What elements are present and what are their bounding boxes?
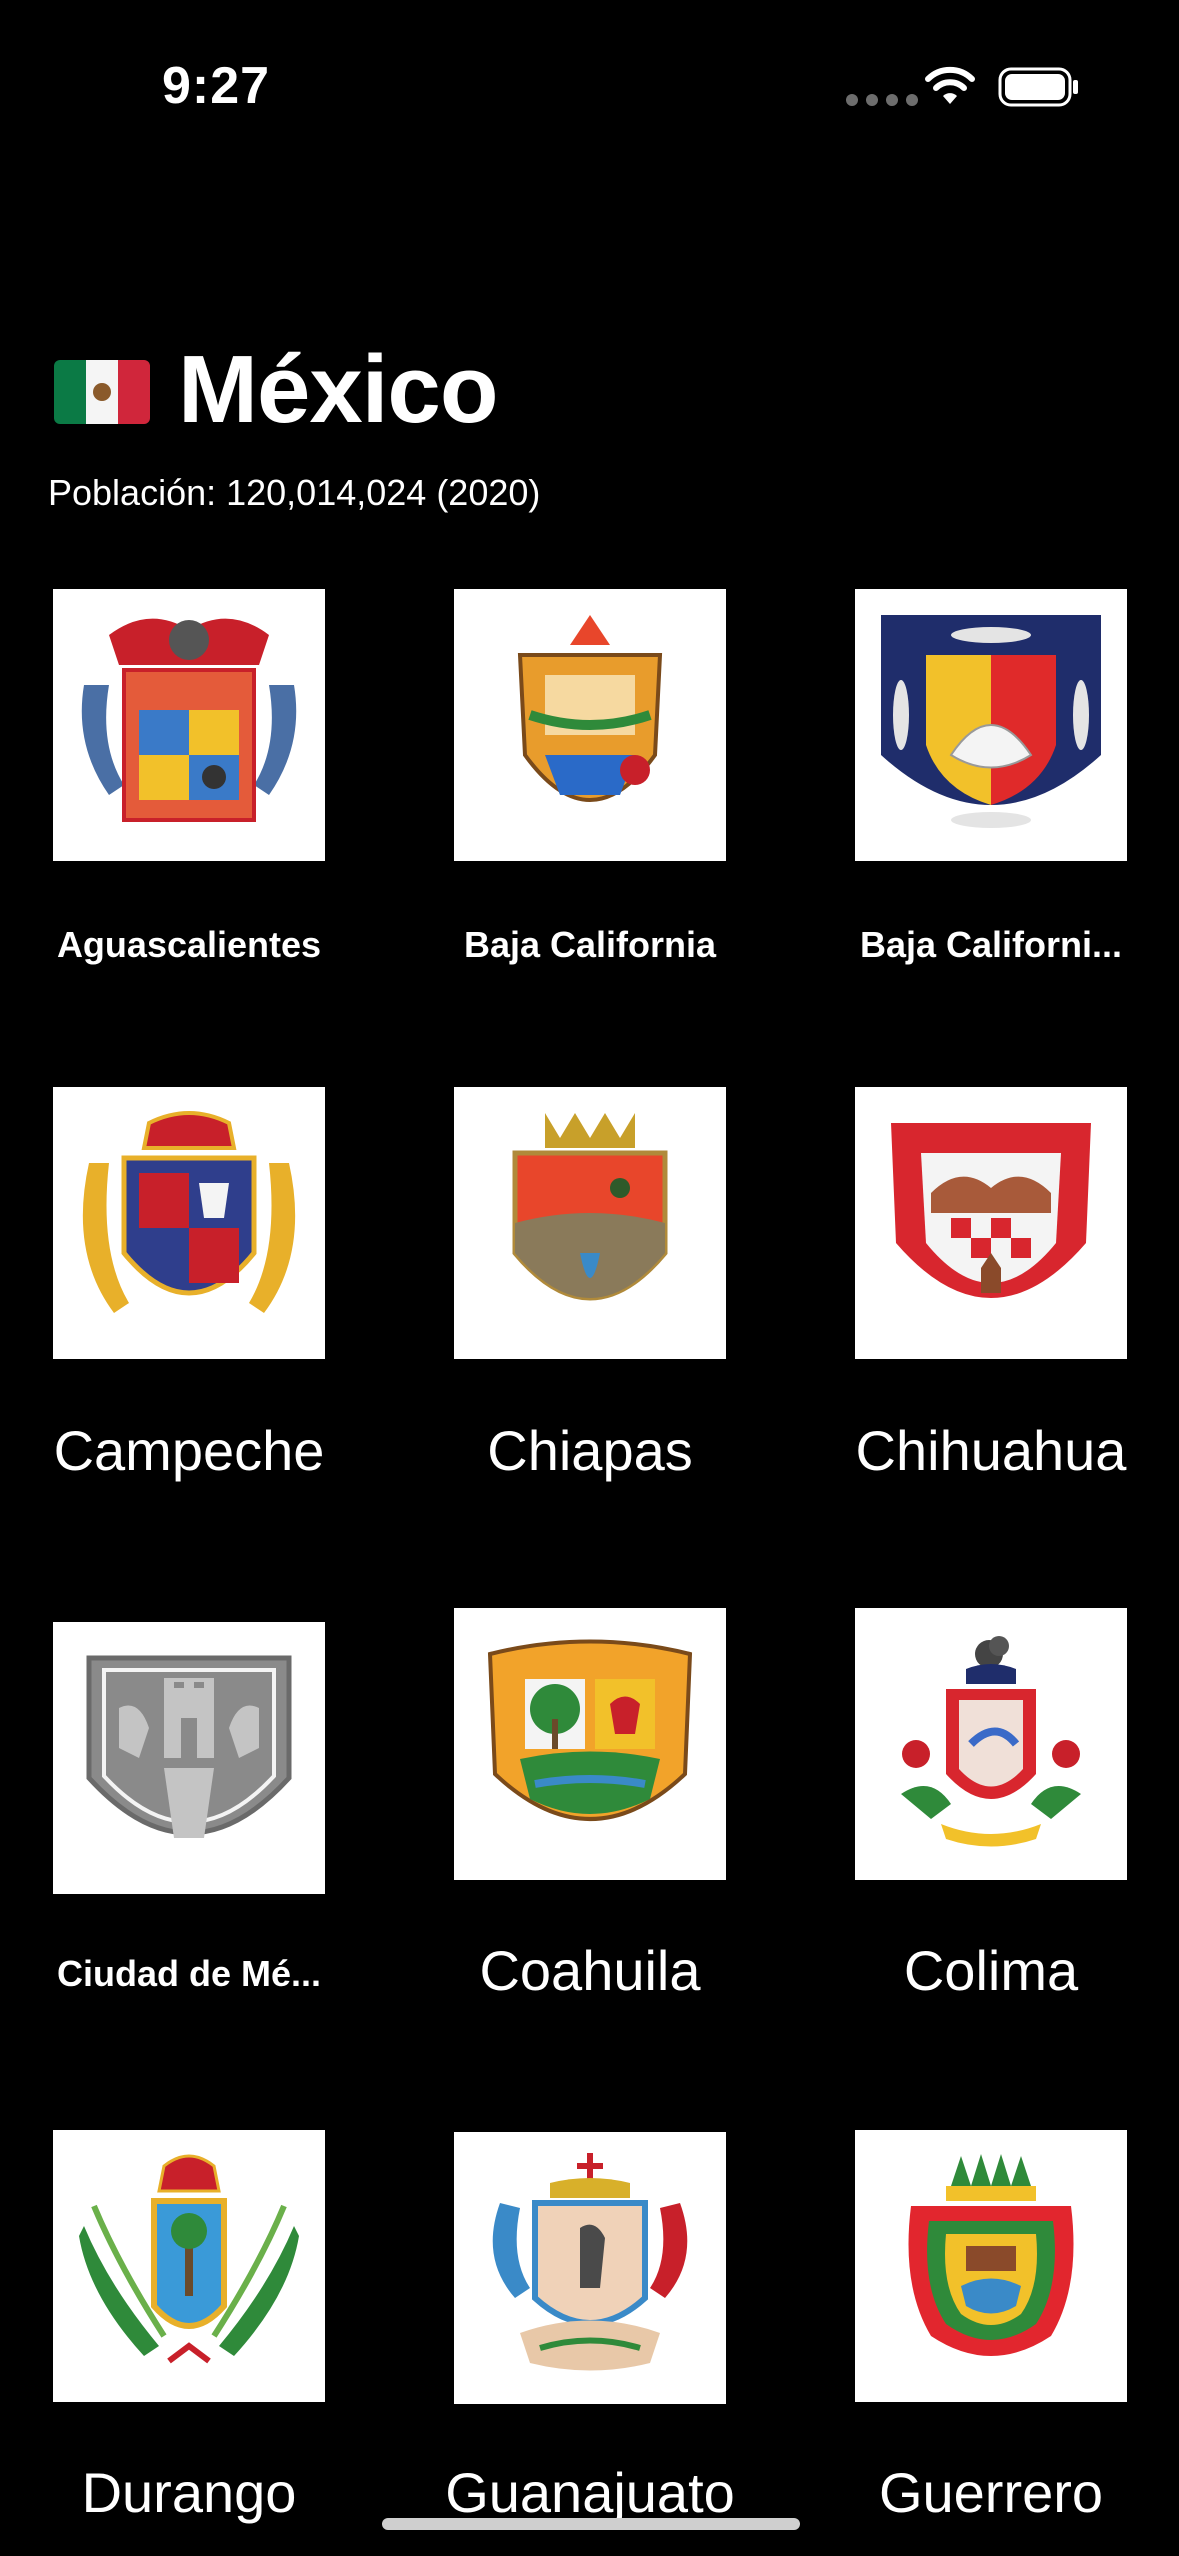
home-indicator[interactable] — [382, 2518, 800, 2530]
ciudad-de-mexico-coat-of-arms-icon — [86, 1655, 292, 1838]
state-label: Chihuahua — [855, 1419, 1127, 1482]
state-tile-durango[interactable] — [53, 2130, 325, 2402]
state-label: Guerrero — [878, 2461, 1104, 2524]
mexico-flag-icon — [54, 360, 150, 424]
header: México — [54, 335, 498, 445]
state-label: Ciudad de Mé... — [56, 1953, 322, 1994]
wifi-icon — [925, 66, 975, 104]
aguascalientes-coat-of-arms-icon — [81, 618, 297, 822]
colima-coat-of-arms-icon — [901, 1636, 1081, 1847]
state-label: Chiapas — [487, 1419, 693, 1482]
state-label: Colima — [903, 1939, 1079, 2002]
chiapas-coat-of-arms-icon — [512, 1113, 668, 1301]
state-tile-chihuahua[interactable] — [855, 1087, 1127, 1359]
state-tile-campeche[interactable] — [53, 1087, 325, 1359]
baja-california-coat-of-arms-icon — [517, 615, 663, 802]
durango-coat-of-arms-icon — [79, 2154, 299, 2364]
state-label: Campeche — [53, 1419, 325, 1482]
state-label: Baja California — [463, 924, 717, 965]
state-label: Coahuila — [479, 1939, 701, 2002]
status-bar: 9:27 — [0, 0, 1179, 150]
state-label: Guanajuato — [445, 2461, 735, 2524]
baja-california-sur-coat-of-arms-icon — [881, 615, 1101, 828]
page-title: México — [178, 336, 498, 443]
state-tile-guanajuato[interactable] — [454, 2132, 726, 2404]
guerrero-coat-of-arms-icon — [908, 2154, 1074, 2356]
state-tile-ciudad-de-mexico[interactable] — [53, 1622, 325, 1894]
signal-dots-icon — [846, 94, 918, 106]
status-time: 9:27 — [162, 57, 271, 115]
state-label: Durango — [81, 2461, 297, 2524]
state-tile-guerrero[interactable] — [855, 2130, 1127, 2402]
state-tile-baja-california[interactable] — [454, 589, 726, 861]
state-tile-chiapas[interactable] — [454, 1087, 726, 1359]
state-tile-baja-california-sur[interactable] — [855, 589, 1127, 861]
chihuahua-coat-of-arms-icon — [891, 1123, 1091, 1298]
coahuila-coat-of-arms-icon — [487, 1639, 693, 1821]
battery-icon — [998, 67, 1078, 107]
population-text: Población: 120,014,024 (2020) — [48, 472, 541, 513]
campeche-coat-of-arms-icon — [82, 1111, 296, 1313]
state-label: Aguascalientes — [56, 924, 322, 965]
state-label: Baja Californi... — [859, 924, 1123, 965]
screen: 9:27 México Población: 120,014,024 (2020… — [0, 0, 1179, 2556]
state-tile-aguascalientes[interactable] — [53, 589, 325, 861]
state-tile-colima[interactable] — [855, 1608, 1127, 1880]
guanajuato-coat-of-arms-icon — [492, 2153, 688, 2371]
state-tile-coahuila[interactable] — [454, 1608, 726, 1880]
